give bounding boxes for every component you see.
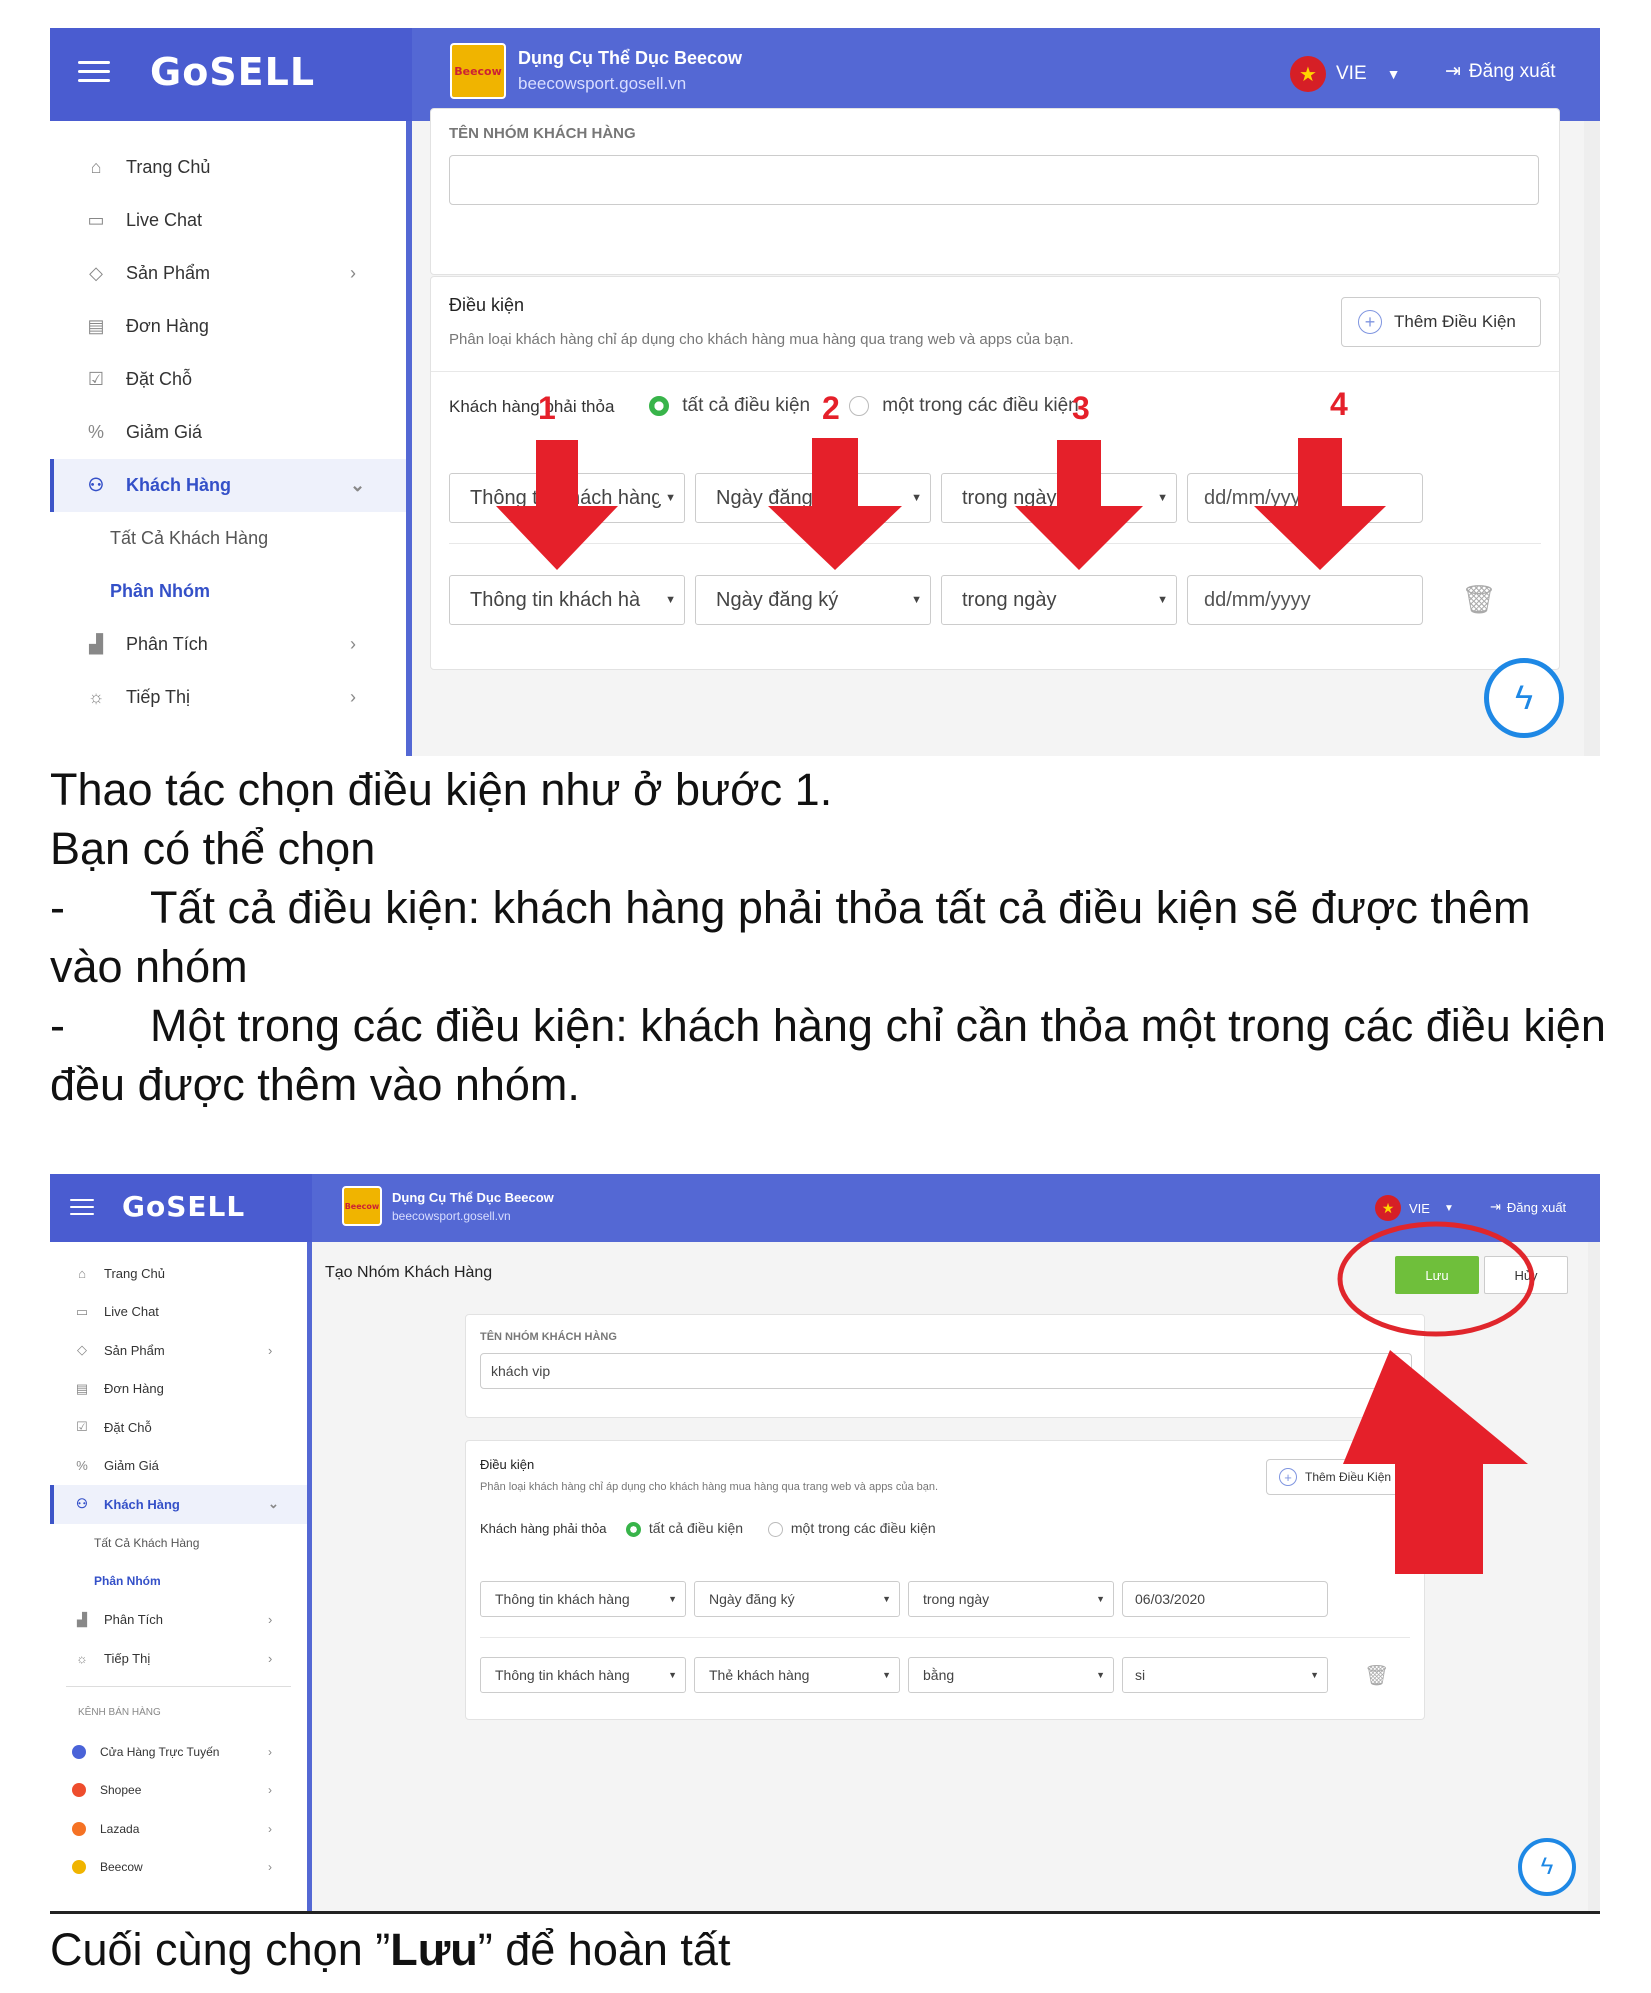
arrow-number-3: 3 <box>1072 390 1090 426</box>
bullet-text: Tất cả điều kiện: khách hàng phải thỏa t… <box>50 882 1531 992</box>
red-arrow-2 <box>768 438 902 570</box>
red-arrow-4 <box>1254 438 1386 570</box>
scrollbar[interactable] <box>1584 121 1600 756</box>
bullet-dash: - <box>50 1000 65 1051</box>
divider <box>50 1911 1600 1914</box>
instruction-line-2: Bạn có thể chọn <box>50 823 376 874</box>
red-circle-highlight <box>1337 1221 1535 1337</box>
arrow-number-2: 2 <box>822 390 840 426</box>
scrollbar[interactable] <box>1588 1242 1600 1914</box>
instructions-block: Thao tác chọn điều kiện như ở bước 1. Bạ… <box>50 760 1610 1114</box>
bullet-text: Một trong các điều kiện: khách hàng chỉ … <box>50 1000 1606 1110</box>
messenger-icon[interactable]: ϟ <box>1518 1838 1576 1896</box>
instruction-line-1: Thao tác chọn điều kiện như ở bước 1. <box>50 764 833 815</box>
messenger-icon[interactable]: ϟ <box>1484 658 1564 738</box>
bullet-all-conditions: - Tất cả điều kiện: khách hàng phải thỏa … <box>50 878 1610 996</box>
save-annotation <box>1337 1221 1535 1574</box>
final-instruction: Cuối cùng chọn ”Lưu” để hoàn tất <box>50 1920 1610 1979</box>
arrow-number-1: 1 <box>538 390 556 426</box>
arrow-number-4: 4 <box>1330 386 1348 422</box>
red-arrow-1 <box>496 440 618 570</box>
final-text-bold: Lưu <box>390 1924 478 1975</box>
bullet-any-condition: - Một trong các điều kiện: khách hàng chỉ… <box>50 996 1610 1114</box>
red-arrow-3 <box>1015 440 1143 570</box>
red-arrow-up <box>1343 1350 1528 1574</box>
final-text-prefix: Cuối cùng chọn ” <box>50 1924 391 1975</box>
bullet-dash: - <box>50 882 65 933</box>
screenshot-step-conditions: GoSELL Beecow Dụng Cụ Thể Dục Beecow bee… <box>50 28 1600 756</box>
screenshot-save-group: GoSELL Beecow Dụng Cụ Thể Dục Beecow bee… <box>50 1174 1600 1914</box>
final-text-suffix: ” để hoàn tất <box>477 1924 731 1975</box>
